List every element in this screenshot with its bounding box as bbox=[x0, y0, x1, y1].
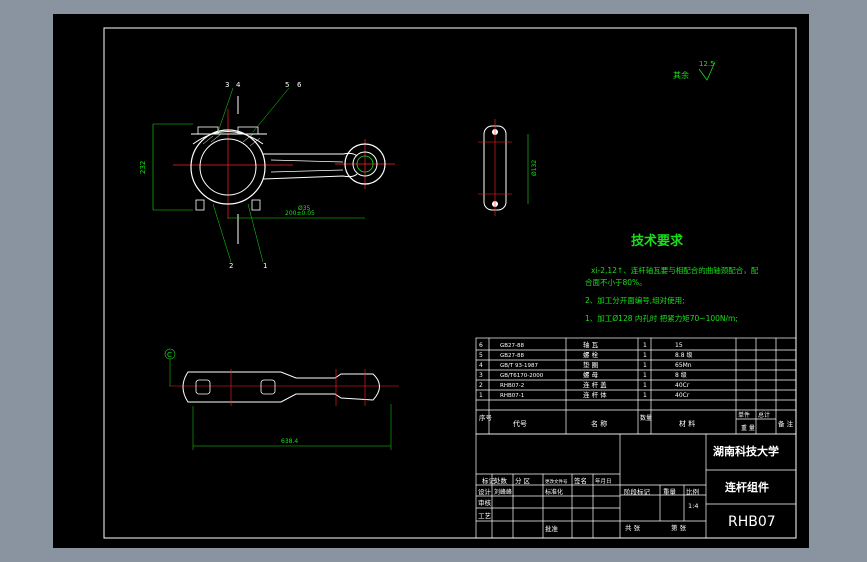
bom-cell-name: 连 杆 体 bbox=[583, 390, 607, 399]
tb-school: 湖南科技大学 bbox=[713, 444, 779, 458]
tb-count: 处数 bbox=[494, 476, 508, 485]
dim-small-end: Ø35 bbox=[298, 205, 311, 212]
tb-scale-value: 1:4 bbox=[688, 502, 698, 510]
bom-cell-code: GB27-88 bbox=[500, 353, 525, 359]
front-view: 232 200±0.05 Ø35 3 4 5 6 2 1 bbox=[139, 81, 395, 270]
bom-header-code: 代号 bbox=[513, 419, 527, 428]
bom-cell-no: 4 bbox=[479, 362, 483, 369]
tb-check: 审核 bbox=[478, 498, 492, 507]
bom-header-no: 序号 bbox=[479, 413, 493, 422]
requirement-line: xi-2,12↑、连杆轴瓦要与相配合的曲轴颈配合，配 bbox=[591, 265, 759, 275]
bom-cell-code: RHB07-2 bbox=[500, 383, 524, 389]
bom-header-unit: 单件 bbox=[738, 411, 750, 419]
bom-cell-no: 6 bbox=[479, 342, 483, 349]
bom-header-qty: 数量 bbox=[640, 414, 652, 422]
requirement-line: 2、加工分开面编号,组对使用; bbox=[585, 295, 685, 305]
bom-cell-qty: 1 bbox=[643, 352, 647, 359]
bom-cell-name: 垫 圈 bbox=[583, 360, 598, 369]
tb-scale: 比例 bbox=[686, 487, 699, 496]
bom-cell-name: 螺 栓 bbox=[583, 350, 599, 359]
bom-cell-no: 2 bbox=[479, 382, 483, 389]
tb-approve: 批准 bbox=[545, 524, 559, 533]
bom-header-total: 总计 bbox=[758, 411, 770, 419]
tb-stage: 阶段标记 bbox=[624, 487, 651, 496]
part-balloon: 3 bbox=[225, 81, 229, 89]
datum-label: C bbox=[167, 351, 172, 359]
tb-total: 共 张 bbox=[625, 523, 641, 532]
bom-cell-material: 8 级 bbox=[675, 371, 687, 379]
bom-header-material: 材 料 bbox=[679, 419, 695, 428]
bom-cell-qty: 1 bbox=[643, 382, 647, 389]
bom-cell-qty: 1 bbox=[643, 362, 647, 369]
side-view: Ø132 bbox=[478, 119, 538, 216]
bom-cell-code: GB/T 93-1987 bbox=[500, 363, 538, 369]
bom-cell-no: 1 bbox=[479, 392, 483, 399]
tb-standard: 标准化 bbox=[545, 488, 563, 496]
part-balloon: 2 bbox=[229, 262, 233, 270]
bom-cell-name: 轴 瓦 bbox=[583, 340, 599, 349]
tb-process: 工艺 bbox=[478, 512, 492, 520]
bom-header-name: 名 称 bbox=[591, 419, 607, 428]
bom-cell-material: 8.8 级 bbox=[675, 351, 692, 359]
tb-date: 年月日 bbox=[595, 477, 612, 485]
tb-weight: 重量 bbox=[663, 488, 677, 496]
bom-cell-code: RHB07-1 bbox=[500, 393, 524, 399]
bom-cell-no: 5 bbox=[479, 352, 483, 359]
part-balloon: 4 bbox=[236, 81, 241, 89]
bottom-view: 638.4 C bbox=[164, 348, 399, 450]
bom-cell-qty: 1 bbox=[643, 372, 647, 379]
bom-cell-qty: 1 bbox=[643, 342, 647, 349]
tb-part-name: 连杆组件 bbox=[725, 480, 769, 494]
dim-side: Ø132 bbox=[531, 160, 538, 176]
surface-finish-label: 其余 bbox=[673, 70, 689, 80]
bom-cell-name: 连 杆 盖 bbox=[583, 380, 607, 389]
cad-viewport[interactable]: 232 200±0.05 Ø35 3 4 5 6 2 1 Ø132 其余 12.… bbox=[0, 0, 867, 562]
bom-cell-no: 3 bbox=[479, 372, 483, 379]
bom-cell-code: GB27-88 bbox=[500, 343, 525, 349]
tb-sign: 签名 bbox=[574, 476, 587, 485]
drawing-sheet: 232 200±0.05 Ø35 3 4 5 6 2 1 Ø132 其余 12.… bbox=[53, 14, 809, 548]
dim-bottom-length: 638.4 bbox=[281, 438, 298, 445]
bom-cell-code: GB/T6170-2000 bbox=[500, 373, 544, 379]
requirement-line: 合面不小于80%。 bbox=[585, 277, 647, 287]
requirements-title: 技术要求 bbox=[631, 233, 684, 249]
bom-cell-material: 40Cr bbox=[675, 392, 690, 399]
drawing-frame bbox=[103, 27, 797, 539]
bom-header-weight: 重 量 bbox=[741, 424, 755, 432]
dim-height: 232 bbox=[139, 161, 147, 174]
surface-finish-value: 12.5 bbox=[699, 60, 715, 68]
tb-sheet: 第 张 bbox=[671, 523, 687, 532]
tb-doc: 更改文件号 bbox=[545, 478, 568, 485]
tb-designer: 刘峰峰 bbox=[494, 488, 512, 496]
part-balloon: 6 bbox=[297, 81, 302, 89]
requirement-line: 1、加工Ø128 内孔时 把紧力矩70~100N/m; bbox=[585, 313, 738, 323]
bom-cell-name: 螺 母 bbox=[583, 370, 599, 379]
drawing-canvas: 232 200±0.05 Ø35 3 4 5 6 2 1 Ø132 其余 12.… bbox=[103, 27, 797, 539]
bom-cell-qty: 1 bbox=[643, 392, 647, 399]
bom-header-note: 备 注 bbox=[778, 419, 794, 428]
part-balloon: 5 bbox=[285, 81, 289, 89]
tb-drawing-no: RHB07 bbox=[728, 514, 776, 530]
part-balloon: 1 bbox=[263, 262, 267, 270]
tb-design: 设计 bbox=[478, 487, 492, 496]
bom-cell-material: 40Cr bbox=[675, 382, 690, 389]
bom-cell-material: 15 bbox=[675, 342, 683, 349]
bom-cell-material: 65Mn bbox=[675, 362, 692, 369]
tb-zone: 分 区 bbox=[515, 476, 531, 485]
